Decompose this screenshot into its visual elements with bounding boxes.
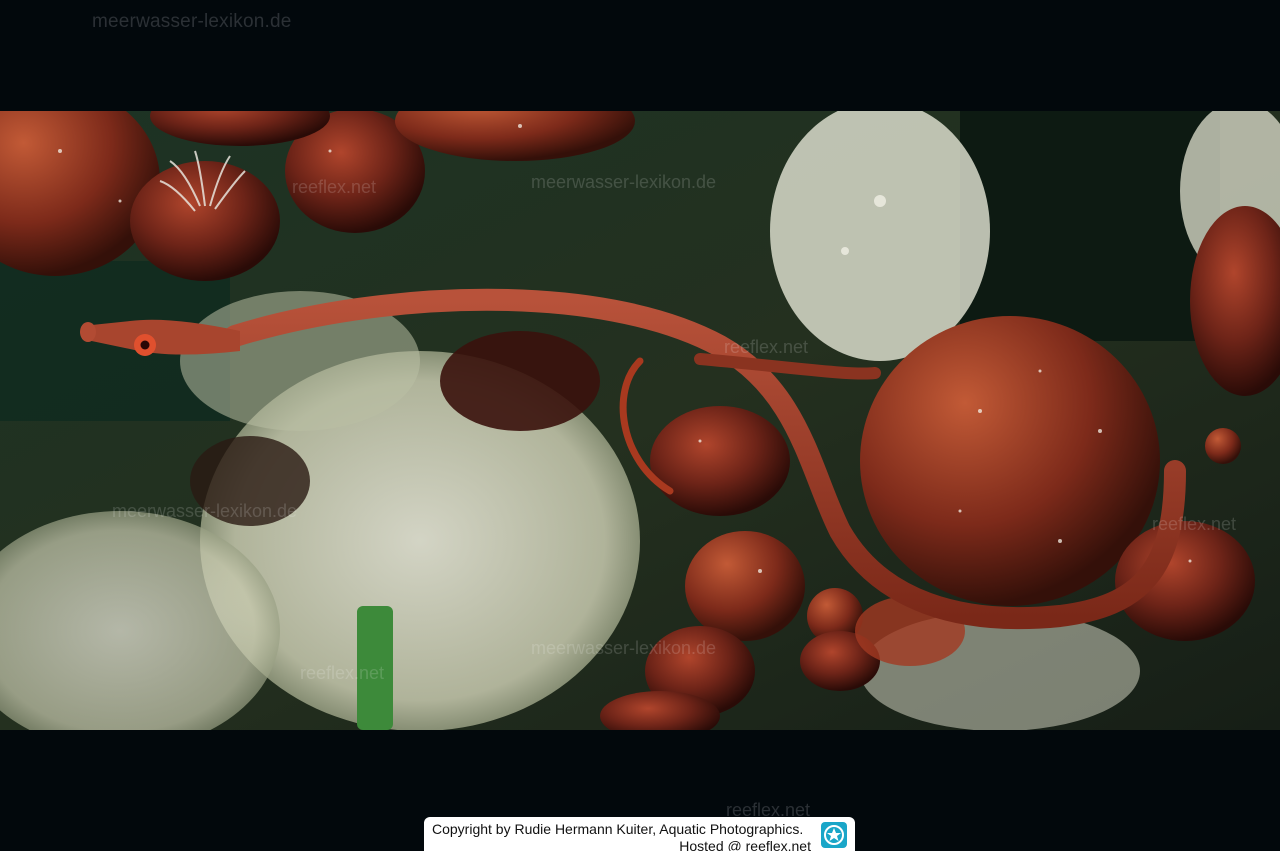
photo-watermark-2: meerwasser-lexikon.de — [531, 172, 717, 192]
reeflex-star-icon[interactable] — [821, 822, 847, 848]
photo-watermark-4: meerwasser-lexikon.de — [112, 501, 298, 521]
copyright-box: Copyright by Rudie Hermann Kuiter, Aquat… — [424, 817, 855, 851]
photo-watermark-5: reeflex.net — [1152, 514, 1237, 534]
hosted-link[interactable]: Hosted @ reeflex.net — [432, 838, 811, 851]
photo-watermark-6: reeflex.net — [300, 663, 385, 683]
photo-watermark-3: reeflex.net — [724, 337, 809, 357]
photo-watermark-7: meerwasser-lexikon.de — [531, 638, 717, 658]
copyright-text: Copyright by Rudie Hermann Kuiter, Aquat… — [432, 821, 804, 837]
photo-viewer-page: meerwasser-lexikon.de reeflex.net meerwa… — [0, 0, 1280, 851]
pipefish-photo: reeflex.net meerwasser-lexikon.de reefle… — [0, 111, 1280, 730]
site-watermark: meerwasser-lexikon.de — [92, 11, 292, 32]
photo-watermark-1: reeflex.net — [292, 177, 377, 197]
